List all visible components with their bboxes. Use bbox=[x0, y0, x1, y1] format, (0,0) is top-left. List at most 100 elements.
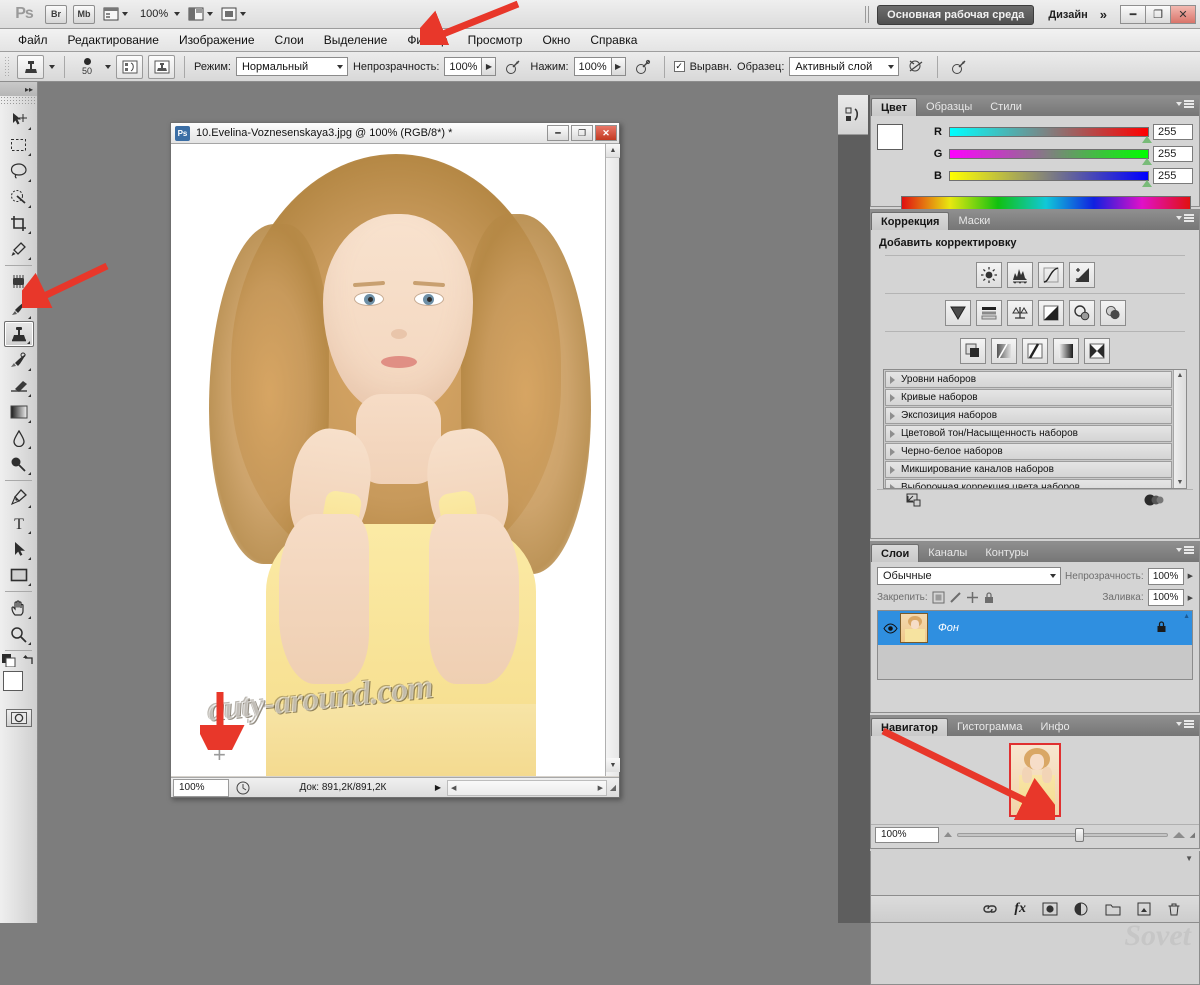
tool-gradient[interactable] bbox=[4, 399, 34, 425]
tool-spot-healing[interactable] bbox=[4, 269, 34, 295]
document-close-button[interactable]: ✕ bbox=[595, 125, 617, 141]
restore-button[interactable]: ❐ bbox=[1145, 5, 1171, 24]
return-to-adjustment-list-icon[interactable] bbox=[905, 492, 923, 508]
workspace-more-chevron-icon[interactable]: » bbox=[1100, 7, 1107, 22]
tool-zoom[interactable] bbox=[4, 621, 34, 647]
scroll-down-arrow-icon[interactable]: ▼ bbox=[1177, 479, 1184, 486]
presets-scrollbar[interactable]: ▲ ▼ bbox=[1173, 370, 1186, 488]
options-bar-gripper[interactable] bbox=[4, 55, 10, 78]
lock-image-pixels-icon[interactable] bbox=[949, 591, 962, 604]
layer-opacity-value[interactable]: 100% bbox=[1147, 567, 1184, 585]
document-minimize-button[interactable]: ━ bbox=[547, 125, 569, 141]
opacity-value[interactable]: 100% bbox=[444, 57, 483, 76]
channel-value-g[interactable]: 255 bbox=[1153, 146, 1193, 162]
document-zoom-field[interactable]: 100% bbox=[173, 778, 229, 797]
menu-image[interactable]: Изображение bbox=[169, 31, 265, 49]
posterize-icon[interactable] bbox=[991, 338, 1017, 364]
fill-chevron-icon[interactable]: ▶ bbox=[1188, 594, 1193, 602]
vibrance-icon[interactable] bbox=[944, 300, 971, 326]
document-canvas[interactable]: + auty-around.com bbox=[171, 144, 619, 776]
tool-rectangle-shape[interactable] bbox=[4, 562, 34, 588]
ignore-adjustment-layers-toggle[interactable] bbox=[904, 56, 928, 78]
document-window[interactable]: Ps 10.Evelina-Voznesenskaya3.jpg @ 100% … bbox=[170, 122, 620, 798]
tab-styles[interactable]: Стили bbox=[981, 98, 1031, 116]
clip-to-layer-icon[interactable] bbox=[1143, 492, 1165, 508]
black-white-icon[interactable] bbox=[1037, 300, 1064, 326]
zoom-chevron-down-icon[interactable] bbox=[174, 12, 181, 16]
drag-gripper[interactable] bbox=[865, 6, 870, 23]
mini-bridge-button[interactable]: Mb bbox=[73, 4, 95, 24]
flow-value[interactable]: 100% bbox=[573, 57, 612, 76]
tool-type[interactable]: T bbox=[4, 510, 34, 536]
flow-chevron-icon[interactable]: ▶ bbox=[611, 57, 626, 76]
menu-view[interactable]: Просмотр bbox=[458, 31, 533, 49]
layer-row-background[interactable]: Фон ▲ bbox=[878, 611, 1192, 645]
preset-channel-mixer[interactable]: Микширование каналов наборов bbox=[885, 461, 1172, 478]
layer-visibility-eye-icon[interactable] bbox=[880, 618, 900, 638]
dock-scroll-down-icon[interactable]: ▼ bbox=[1185, 854, 1193, 863]
levels-icon[interactable] bbox=[1006, 262, 1033, 288]
scroll-up-arrow-icon[interactable]: ▲ bbox=[606, 144, 620, 158]
flow-control[interactable]: 100% ▶ bbox=[573, 57, 626, 76]
tool-crop[interactable] bbox=[4, 210, 34, 236]
screen-mode-button[interactable] bbox=[221, 4, 247, 24]
status-arrow-icon[interactable] bbox=[235, 780, 251, 796]
tab-channels[interactable]: Каналы bbox=[919, 544, 976, 562]
panel-resize-grip-icon[interactable]: ◢ bbox=[1190, 831, 1195, 839]
photo-filter-icon[interactable] bbox=[1068, 300, 1095, 326]
invert-icon[interactable] bbox=[960, 338, 986, 364]
aligned-checkbox[interactable]: ✓ bbox=[673, 61, 685, 72]
zoom-out-mountain-icon[interactable] bbox=[944, 832, 952, 837]
zoom-in-mountain-icon[interactable] bbox=[1172, 831, 1185, 838]
close-button[interactable]: ✕ bbox=[1170, 5, 1196, 24]
channel-mixer-icon[interactable] bbox=[1099, 300, 1126, 326]
preset-hue-saturation[interactable]: Цветовой тон/Насыщенность наборов bbox=[885, 425, 1172, 442]
scroll-down-arrow-icon[interactable]: ▼ bbox=[606, 758, 620, 772]
tab-layers[interactable]: Слои bbox=[871, 544, 920, 562]
layers-panel-menu-button[interactable] bbox=[1176, 546, 1194, 554]
minimize-button[interactable]: ━ bbox=[1120, 5, 1146, 24]
foreground-color-swatch[interactable] bbox=[877, 124, 903, 150]
resize-grip-icon[interactable]: ◢ bbox=[607, 783, 619, 792]
tool-blur[interactable] bbox=[4, 425, 34, 451]
active-tool-preset-icon[interactable] bbox=[17, 54, 44, 79]
navigator-thumbnail-area[interactable] bbox=[871, 736, 1199, 824]
channel-slider-g[interactable] bbox=[949, 149, 1152, 165]
canvas-horizontal-scrollbar[interactable]: ◀ ▶ bbox=[447, 779, 607, 796]
airbrush-toggle[interactable] bbox=[631, 56, 655, 78]
toolbox-gripper[interactable] bbox=[0, 96, 37, 106]
arrange-documents-button[interactable] bbox=[188, 4, 214, 24]
preset-exposure[interactable]: Экспозиция наборов bbox=[885, 407, 1172, 424]
workspace-essentials-button[interactable]: Основная рабочая среда bbox=[877, 4, 1035, 25]
history-actions-panel-icon[interactable] bbox=[838, 95, 868, 135]
channel-slider-r[interactable] bbox=[949, 127, 1152, 143]
exposure-icon[interactable] bbox=[1068, 262, 1095, 288]
color-panel-menu-button[interactable] bbox=[1176, 100, 1194, 108]
foreground-color-swatch[interactable] bbox=[2, 671, 23, 691]
tool-history-brush[interactable] bbox=[4, 347, 34, 373]
preset-selective-color[interactable]: Выборочная коррекция цвета наборов bbox=[885, 479, 1172, 488]
menu-file[interactable]: Файл bbox=[8, 31, 58, 49]
threshold-icon[interactable] bbox=[1022, 338, 1048, 364]
menu-edit[interactable]: Редактирование bbox=[58, 31, 169, 49]
preset-black-white[interactable]: Черно-белое наборов bbox=[885, 443, 1172, 460]
tool-path-selection[interactable] bbox=[4, 536, 34, 562]
menu-window[interactable]: Окно bbox=[532, 31, 580, 49]
lock-transparency-icon[interactable] bbox=[932, 591, 945, 604]
quick-mask-toggle[interactable] bbox=[5, 709, 32, 727]
brush-chevron-icon[interactable] bbox=[105, 64, 111, 69]
slider-thumb-icon[interactable] bbox=[1142, 180, 1152, 187]
fill-value[interactable]: 100% bbox=[1147, 589, 1184, 606]
swap-colors-icon[interactable] bbox=[22, 654, 36, 667]
adjustment-icon[interactable] bbox=[1074, 902, 1089, 917]
layer-blend-mode-select[interactable]: Обычные bbox=[877, 567, 1062, 585]
menu-filter[interactable]: Фильтр bbox=[397, 31, 457, 49]
preset-curves[interactable]: Кривые наборов bbox=[885, 389, 1172, 406]
tool-lasso[interactable] bbox=[4, 158, 34, 184]
tool-hand[interactable] bbox=[4, 595, 34, 621]
layers-list[interactable]: Фон ▲ bbox=[877, 610, 1193, 680]
zoom-level-label[interactable]: 100% bbox=[140, 8, 168, 20]
layers-scroll-up-icon[interactable]: ▲ bbox=[1183, 613, 1190, 620]
navigator-thumbnail[interactable] bbox=[1009, 743, 1061, 817]
tool-marquee[interactable] bbox=[4, 132, 34, 158]
